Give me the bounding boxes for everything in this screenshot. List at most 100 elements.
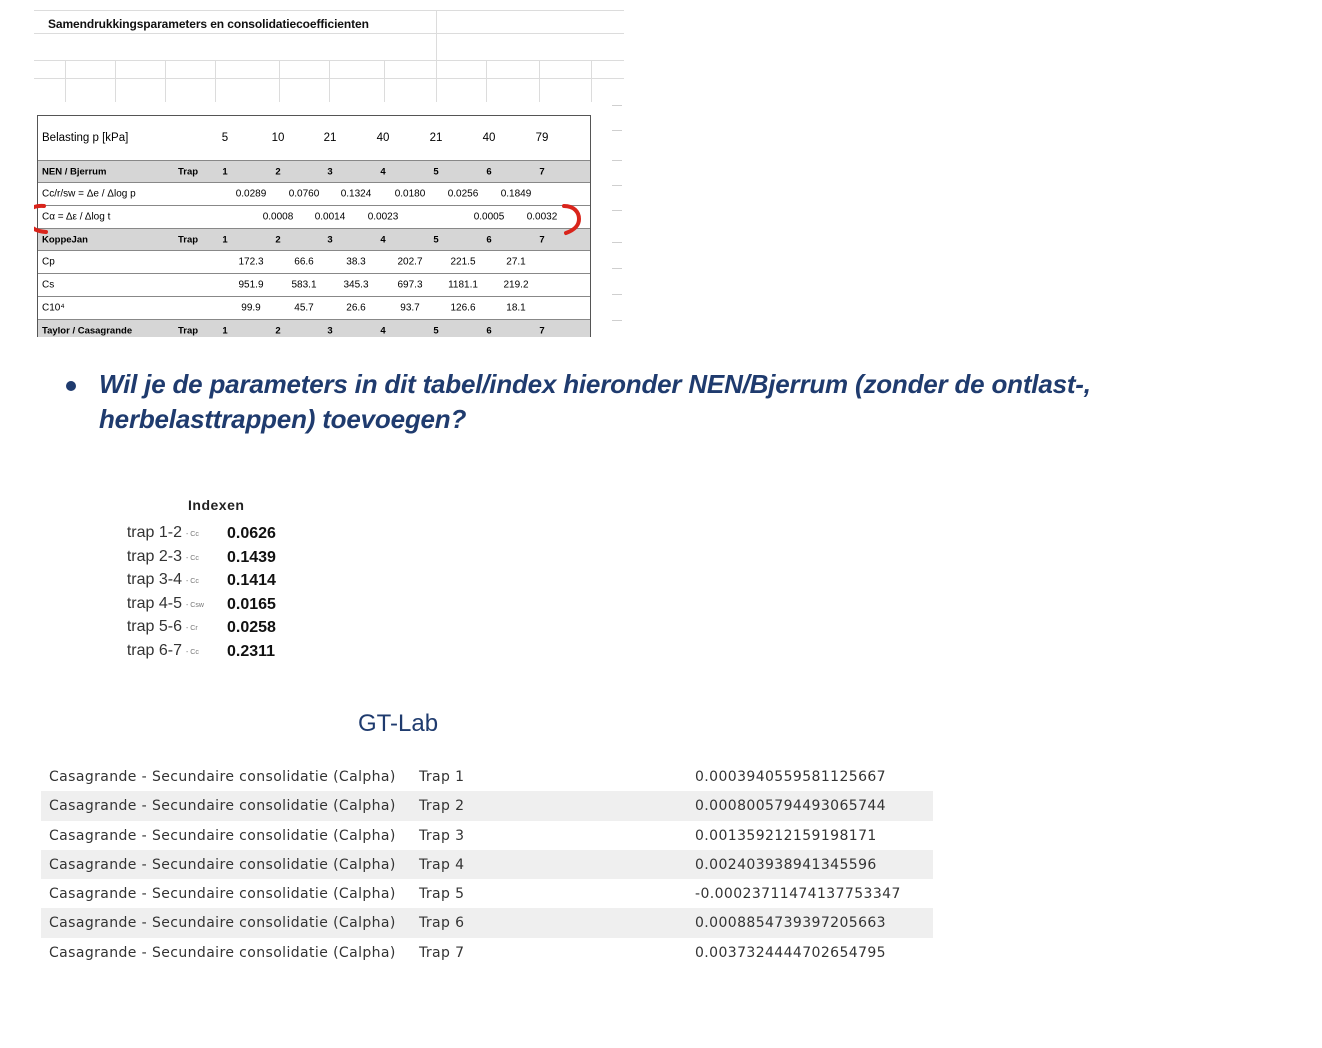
parameter-name: Casagrande - Secundaire consolidatie (Ca… — [49, 915, 396, 932]
parameter-name: Casagrande - Secundaire consolidatie (Ca… — [49, 769, 396, 785]
index-label: trap 3-4 — [126, 571, 182, 588]
cell-value: 0.0256 — [447, 188, 479, 200]
index-symbol: - Cc — [186, 531, 199, 538]
step-number: 7 — [539, 234, 545, 245]
cell-value: 0.0289 — [235, 188, 267, 200]
index-value: 0.2311 — [227, 642, 276, 660]
parameter-name: Casagrande - Secundaire consolidatie (Ca… — [49, 827, 396, 844]
parameter-value: -0.00023711474137753347 — [695, 886, 901, 903]
load-value: 40 — [482, 132, 496, 144]
step-number: 5 — [433, 325, 439, 336]
section-name: NEN / Bjerrum — [42, 166, 107, 177]
step-number: 2 — [275, 166, 281, 177]
index-row: trap 4-5 - Csw 0.0165 — [100, 595, 300, 618]
load-value: 5 — [221, 132, 229, 144]
cell-value: 0.0760 — [288, 188, 320, 200]
cell-value: 126.6 — [450, 302, 476, 314]
parameter-name: Casagrande - Secundaire consolidatie (Ca… — [49, 798, 396, 815]
cell-value: 345.3 — [343, 279, 369, 291]
row-cs: Cs 951.9 583.1 345.3 697.3 1181.1 219.2 — [38, 274, 590, 297]
trap-name: Trap 4 — [419, 856, 465, 873]
index-row: trap 6-7 - Cc 0.2311 — [100, 642, 300, 665]
table-row: Casagrande - Secundaire consolidatie (Ca… — [41, 849, 933, 880]
cell-value: 0.0005 — [473, 211, 505, 223]
section-header-koppejan: KoppeJan Trap 1 2 3 4 5 6 7 — [38, 229, 590, 251]
cell-value: 93.7 — [400, 302, 420, 314]
cell-value: 18.1 — [506, 302, 526, 314]
cell-value: 583.1 — [291, 279, 317, 291]
step-number: 6 — [486, 234, 492, 245]
table-row: Casagrande - Secundaire consolidatie (Ca… — [41, 908, 933, 938]
trap-name: Trap 7 — [419, 944, 465, 961]
row-c104: C10⁴ 99.9 45.7 26.6 93.7 126.6 18.1 — [38, 297, 590, 320]
parameter-value: 0.001359212159198171 — [695, 827, 877, 844]
cell-value: 99.9 — [241, 302, 261, 314]
cell-value: 202.7 — [397, 256, 423, 268]
index-label: trap 4-5 — [126, 594, 182, 612]
row-cp: Cp 172.3 66.6 38.3 202.7 221.5 27.1 — [38, 251, 590, 274]
cell-value: 221.5 — [450, 256, 476, 268]
row-label: Cs — [42, 279, 55, 291]
step-number: 3 — [327, 234, 333, 245]
index-row: trap 1-2 - Cc 0.0626 — [100, 524, 300, 547]
index-symbol: - Cc — [186, 648, 199, 656]
question-text: Wil je de parameters in dit tabel/index … — [99, 369, 1091, 434]
cell-value: 66.6 — [294, 256, 314, 268]
step-number: 2 — [275, 234, 281, 245]
cell-value: 0.1849 — [500, 188, 532, 200]
step-number: 3 — [327, 166, 333, 177]
section-name: Taylor / Casagrande — [42, 325, 133, 336]
step-number: 1 — [222, 325, 228, 336]
trap-name: Trap 6 — [419, 915, 465, 932]
index-label: trap 5-6 — [126, 618, 182, 635]
gtlab-table: Casagrande - Secundaire consolidatie (Ca… — [41, 762, 933, 967]
index-value: 0.0258 — [227, 619, 276, 636]
step-number: 4 — [380, 166, 386, 177]
load-row: Belasting p [kPa] 5 10 21 40 21 40 79 — [38, 116, 590, 161]
trap-name: Trap 5 — [419, 886, 465, 903]
step-number: 6 — [486, 166, 492, 177]
cell-value: 0.0180 — [394, 188, 426, 200]
spreadsheet-screenshot: Samendrukkingsparameters en consolidatie… — [34, 10, 624, 337]
index-row: trap 5-6 - Cr 0.0258 — [100, 618, 300, 641]
parameter-value: 0.002403938941345596 — [695, 856, 877, 873]
step-number: 3 — [327, 325, 333, 336]
index-symbol: - Cr — [186, 625, 198, 632]
load-label: Belasting p [kPa] — [42, 132, 129, 144]
cell-value: 27.1 — [506, 256, 526, 268]
step-number: 7 — [539, 166, 545, 177]
index-row: trap 2-3 - Cc 0.1439 — [100, 548, 300, 571]
cell-value: 26.6 — [346, 302, 366, 314]
cell-value: 1181.1 — [448, 279, 478, 291]
table-row: Casagrande - Secundaire consolidatie (Ca… — [41, 821, 933, 850]
load-value: 10 — [271, 132, 285, 144]
right-bracket-highlight — [562, 204, 582, 235]
trap-label: Trap — [178, 234, 199, 245]
index-value: 0.0626 — [227, 525, 276, 542]
parameter-name: Casagrande - Secundaire consolidatie (Ca… — [49, 886, 396, 903]
cell-value: 951.9 — [238, 279, 264, 291]
row-label: Cα = Δε / Δlog t — [42, 211, 111, 223]
parameter-value: 0.0037324444702654795 — [695, 944, 886, 961]
index-row: trap 3-4 - Cc 0.1414 — [100, 571, 300, 594]
load-value: 21 — [323, 132, 337, 144]
index-value: 0.1439 — [227, 548, 276, 566]
table-row: Casagrande - Secundaire consolidatie (Ca… — [41, 938, 933, 967]
table-row: Casagrande - Secundaire consolidatie (Ca… — [41, 791, 933, 821]
row-calpha: Cα = Δε / Δlog t 0.0008 0.0014 0.0023 0.… — [38, 206, 590, 229]
step-number: 6 — [486, 325, 492, 336]
section-header-nen-bjerrum: NEN / Bjerrum Trap 1 2 3 4 5 6 7 — [38, 161, 590, 183]
cell-value: 0.1324 — [340, 188, 372, 200]
step-number: 7 — [539, 325, 545, 336]
index-label: trap 6-7 — [126, 641, 182, 659]
table-row: Casagrande - Secundaire consolidatie (Ca… — [41, 762, 933, 791]
load-value: 40 — [376, 132, 390, 144]
step-number: 2 — [275, 325, 281, 336]
trap-name: Trap 2 — [419, 798, 465, 815]
sheet-title: Samendrukkingsparameters en consolidatie… — [48, 17, 369, 31]
parameter-value: 0.0008005794493065744 — [695, 798, 886, 815]
trap-name: Trap 1 — [419, 769, 465, 785]
step-number: 4 — [380, 234, 386, 245]
cell-value: 219.2 — [503, 279, 529, 291]
index-label: trap 1-2 — [126, 524, 182, 541]
